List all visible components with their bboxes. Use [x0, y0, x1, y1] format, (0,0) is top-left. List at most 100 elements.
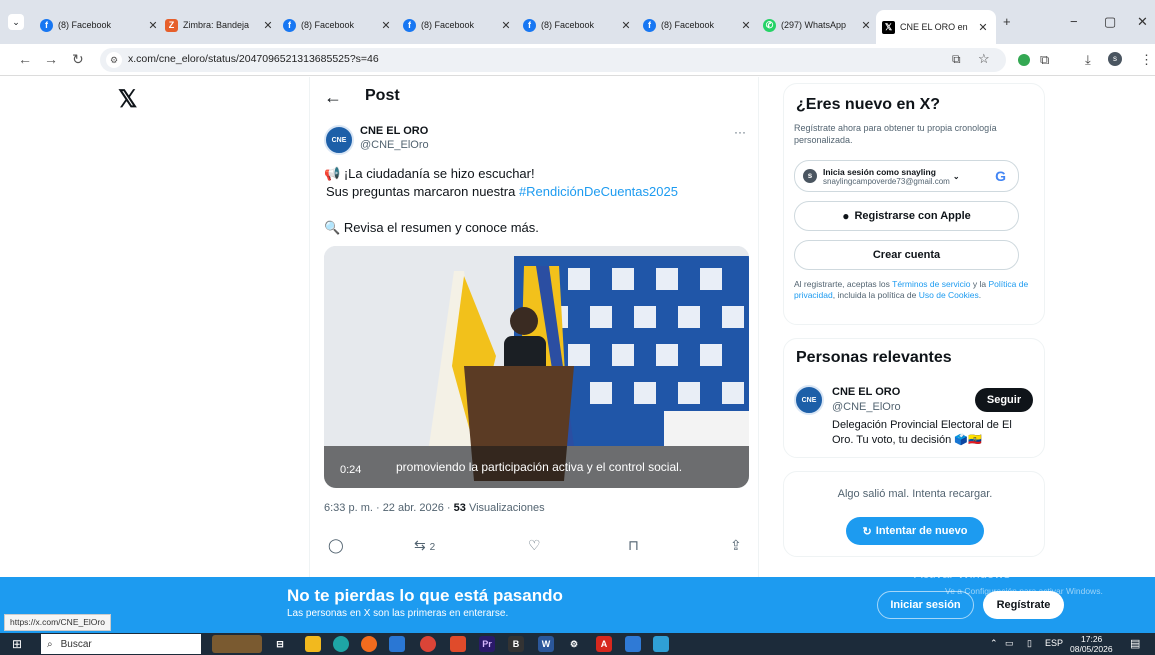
relevant-handle[interactable]: @CNE_ElOro — [832, 401, 901, 413]
zimbra-icon: Z — [165, 18, 178, 32]
relevant-name[interactable]: CNE EL ORO — [832, 386, 900, 398]
windows-start-icon[interactable]: ⊞ — [12, 637, 22, 651]
tab-facebook-4[interactable]: f (8) Facebook ✕ — [523, 14, 633, 36]
google-signin-label: Inicia sesión como snayling — [823, 166, 936, 177]
x-icon: 𝕏 — [882, 20, 895, 34]
tab-close-icon[interactable]: ✕ — [976, 21, 990, 34]
relevant-avatar[interactable]: CNE — [794, 385, 824, 415]
tray-chevron-icon[interactable]: ⌃ — [990, 638, 998, 649]
apple-signup-button[interactable]: ● Registrarse con Apple — [794, 201, 1019, 231]
tweet-timestamp[interactable]: 6:33 p. m. · 22 abr. 2026 · 53 Visualiza… — [324, 502, 545, 514]
download-icon[interactable]: ⤓ — [1085, 52, 1091, 68]
extensions-puzzle-icon[interactable]: ⧉ — [1040, 52, 1049, 68]
forward-icon[interactable]: → — [44, 51, 58, 67]
tab-close-icon[interactable]: ✕ — [859, 19, 873, 32]
extension-green-icon[interactable] — [1018, 54, 1030, 66]
notifications-icon[interactable]: ▤ — [1130, 637, 1140, 650]
taskbar-search[interactable]: ⌕ Buscar — [41, 634, 201, 654]
tweet-video[interactable]: 0:24 promoviendo la participación activa… — [324, 246, 749, 488]
like-icon[interactable]: ♡ — [528, 537, 541, 554]
speaker-icon[interactable]: ▯ — [1027, 638, 1032, 649]
tab-close-icon[interactable]: ✕ — [619, 19, 633, 32]
tab-facebook-2[interactable]: f (8) Facebook ✕ — [283, 14, 393, 36]
more-options-icon[interactable]: ··· — [734, 125, 746, 139]
tab-facebook-3[interactable]: f (8) Facebook ✕ — [403, 14, 513, 36]
terms-link[interactable]: Términos de servicio — [892, 279, 970, 289]
address-bar[interactable]: ⚙ x.com/cne_eloro/status/204709652131368… — [100, 48, 1006, 72]
tab-x-active[interactable]: 𝕏 CNE EL ORO en ✕ — [876, 10, 996, 44]
app-b-icon[interactable]: B — [508, 636, 524, 652]
premiere-icon[interactable]: Pr — [479, 636, 495, 652]
network-icon[interactable]: ▭ — [1005, 638, 1014, 649]
photos-icon[interactable] — [625, 636, 641, 652]
clock-date[interactable]: 08/05/2026 — [1070, 644, 1113, 654]
bookmark-star-icon[interactable]: ☆ — [978, 51, 990, 67]
minimize-button[interactable]: − — [1070, 14, 1078, 29]
language-indicator[interactable]: ESP — [1045, 638, 1063, 648]
tab-search-button[interactable]: ⌄ — [8, 14, 24, 30]
facebook-icon: f — [283, 18, 296, 32]
url-text[interactable]: x.com/cne_eloro/status/20470965213136855… — [128, 53, 379, 65]
video-caption: promoviendo la participación activa y el… — [396, 460, 683, 474]
banner-subtitle: Las personas en X son las primeras en en… — [287, 608, 509, 619]
acrobat-icon[interactable]: A — [596, 636, 612, 652]
signup-card: ¿Eres nuevo en X? Regístrate ahora para … — [783, 83, 1045, 325]
retry-button[interactable]: ↻ Intentar de nuevo — [846, 517, 984, 545]
follow-button[interactable]: Seguir — [975, 388, 1033, 412]
store-icon[interactable] — [389, 636, 405, 652]
tweet-line-1: 📢 ¡La ciudadanía se hizo escuchar! — [324, 166, 535, 181]
file-explorer-icon[interactable] — [305, 636, 321, 652]
browser-toolbar: ← → ↻ ⚙ x.com/cne_eloro/status/204709652… — [0, 44, 1155, 76]
search-icon: ⌕ — [47, 638, 53, 650]
close-window-button[interactable]: ✕ — [1137, 14, 1148, 30]
x-logo-icon[interactable]: 𝕏 — [118, 85, 137, 114]
maximize-button[interactable]: ▢ — [1104, 14, 1116, 30]
author-handle[interactable]: @CNE_ElOro — [360, 139, 429, 151]
tab-close-icon[interactable]: ✕ — [261, 19, 275, 32]
profile-avatar[interactable]: s — [1108, 52, 1122, 66]
word-icon[interactable]: W — [538, 636, 554, 652]
clock-time[interactable]: 17:26 — [1081, 634, 1102, 644]
share-icon[interactable]: ⇪ — [730, 537, 742, 554]
chrome-icon[interactable] — [420, 636, 436, 652]
create-account-button[interactable]: Crear cuenta — [794, 240, 1019, 270]
new-tab-button[interactable]: + — [1003, 14, 1011, 29]
tab-close-icon[interactable]: ✕ — [379, 19, 393, 32]
cookies-link[interactable]: Uso de Cookies — [919, 290, 979, 300]
edge-icon[interactable] — [333, 636, 349, 652]
bookmark-icon[interactable]: ⊓ — [628, 537, 639, 554]
menu-dots-icon[interactable]: ⋮ — [1140, 52, 1153, 68]
banner-title: No te pierdas lo que está pasando — [287, 586, 563, 605]
facebook-icon: f — [403, 18, 416, 32]
tab-close-icon[interactable]: ✕ — [146, 19, 160, 32]
settings-icon[interactable]: ⚙ — [566, 636, 582, 652]
tab-facebook-5[interactable]: f (8) Facebook ✕ — [643, 14, 753, 36]
x-page: 𝕏 ← Post CNE CNE EL ORO @CNE_ElOro ··· 📢… — [0, 77, 1155, 633]
reply-icon[interactable]: ◯ — [328, 537, 344, 554]
site-info-icon[interactable]: ⚙ — [106, 52, 122, 68]
tab-whatsapp[interactable]: ✆ (297) WhatsApp ✕ — [763, 14, 873, 36]
main-column: ← Post CNE CNE EL ORO @CNE_ElOro ··· 📢 ¡… — [309, 77, 759, 633]
app-icon[interactable] — [450, 636, 466, 652]
app-c-icon[interactable] — [653, 636, 669, 652]
back-arrow-icon[interactable]: ← — [324, 87, 342, 108]
firefox-icon[interactable] — [361, 636, 377, 652]
refresh-icon: ↻ — [862, 525, 872, 538]
task-view-icon[interactable]: ⊟ — [272, 636, 288, 652]
weather-widget-icon[interactable] — [212, 635, 262, 653]
retweet-button[interactable]: ⇆ 2 — [414, 537, 435, 554]
hashtag-link[interactable]: #RendiciónDeCuentas2025 — [519, 184, 678, 199]
tab-close-icon[interactable]: ✕ — [739, 19, 753, 32]
video-time: 0:24 — [340, 464, 362, 476]
tab-facebook-1[interactable]: f (8) Facebook ✕ — [40, 14, 160, 36]
author-name[interactable]: CNE EL ORO — [360, 125, 428, 137]
tab-close-icon[interactable]: ✕ — [499, 19, 513, 32]
signup-subtitle: Regístrate ahora para obtener tu propia … — [794, 123, 997, 145]
tweet-line-3: 🔍 Revisa el resumen y conoce más. — [324, 220, 539, 235]
install-app-icon[interactable]: ⧉ — [952, 52, 961, 67]
author-avatar[interactable]: CNE — [324, 125, 354, 155]
back-icon[interactable]: ← — [18, 51, 32, 67]
tab-zimbra[interactable]: Z Zimbra: Bandeja ✕ — [165, 14, 275, 36]
google-signin-button[interactable]: s Inicia sesión como snayling snaylingca… — [794, 160, 1019, 192]
reload-icon[interactable]: ↻ — [72, 51, 84, 68]
